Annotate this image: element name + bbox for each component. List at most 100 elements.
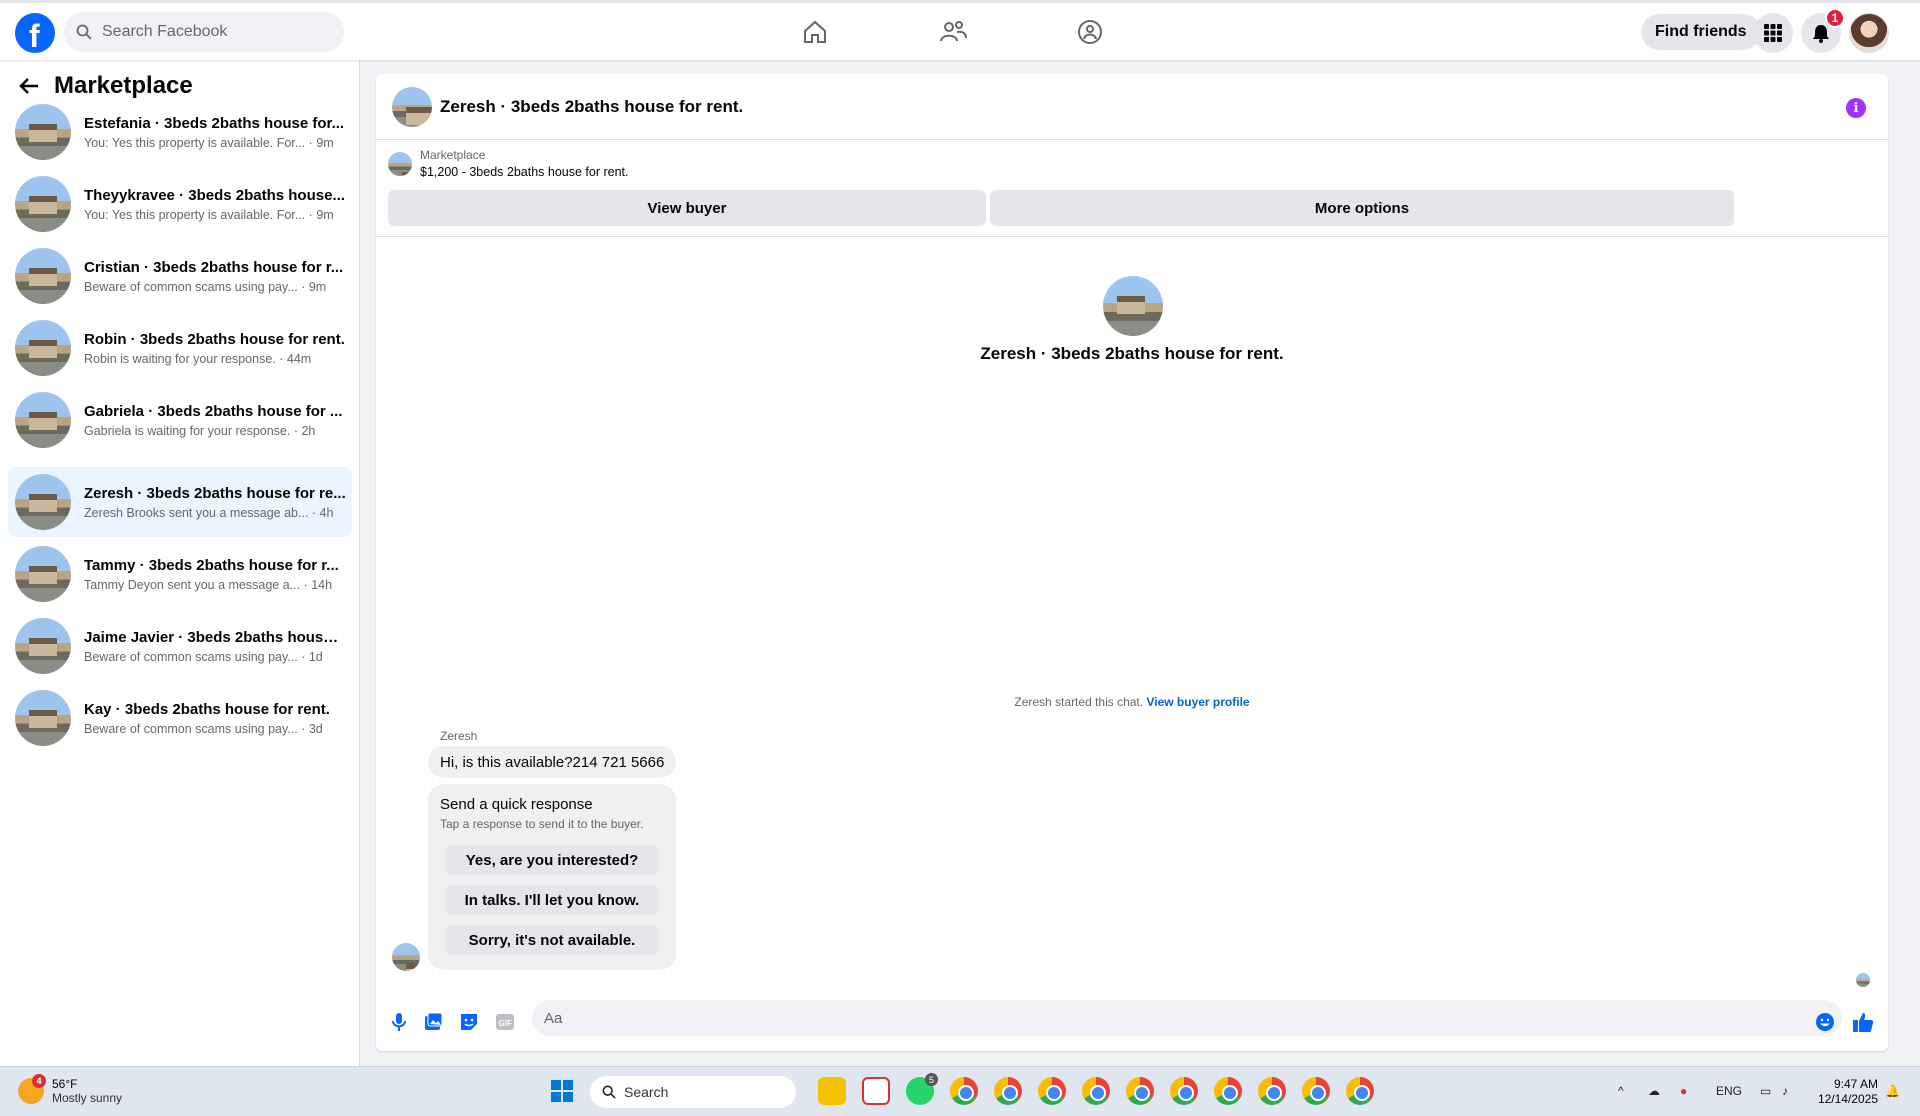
quick-reply-yes-button[interactable]: Yes, are you interested?	[445, 845, 659, 875]
chrome-icon[interactable]	[1126, 1077, 1154, 1105]
conversation-preview: Beware of common scams using pay...	[84, 721, 298, 736]
find-friends-button[interactable]: Find friends	[1641, 14, 1761, 50]
quick-reply-not-available-button[interactable]: Sorry, it's not available.	[445, 925, 659, 955]
conversation-title: Estefania · 3beds 2baths house for...	[84, 114, 345, 132]
conversation-item[interactable]: Tammy · 3beds 2baths house for r... Tamm…	[8, 539, 352, 609]
taskbar-search-label: Search	[624, 1084, 669, 1100]
volume-icon[interactable]: ♪	[1782, 1084, 1788, 1098]
listing-thumbnail	[15, 320, 71, 376]
message-composer: GIF Aa	[376, 996, 1888, 1046]
conversation-item[interactable]: Kay · 3beds 2baths house for rent. Bewar…	[8, 683, 352, 753]
snipping-tool-icon[interactable]	[862, 1077, 890, 1105]
network-icon[interactable]: ▭	[1760, 1084, 1771, 1098]
conversation-time: 3d	[308, 721, 323, 736]
listing-thumbnail	[15, 546, 71, 602]
more-options-button[interactable]: More options	[990, 190, 1734, 226]
conversation-preview: Tammy Deyon sent you a message a...	[84, 577, 301, 592]
marketplace-label: Marketplace	[420, 148, 486, 162]
chrome-icon[interactable]	[1038, 1077, 1066, 1105]
weather-widget[interactable]: 4 56°F Mostly sunny	[18, 1074, 122, 1105]
emoji-icon[interactable]	[1814, 1011, 1836, 1033]
photo-icon[interactable]	[422, 1011, 444, 1033]
conversation-item[interactable]: Estefania · 3beds 2baths house for... Yo…	[8, 97, 352, 167]
chat-center-thumbnail	[1103, 276, 1163, 336]
incoming-message-bubble[interactable]: Hi, is this available?214 721 5666	[428, 746, 677, 778]
conversation-preview: Robin is waiting for your response.	[84, 351, 276, 366]
chrome-icon[interactable]	[1258, 1077, 1286, 1105]
chat-header: Zeresh · 3beds 2baths house for rent. i	[376, 74, 1888, 140]
listing-price-title: $1,200 - 3beds 2baths house for rent.	[420, 165, 629, 179]
conversation-item[interactable]: Jaime Javier · 3beds 2baths house ... Be…	[8, 611, 352, 681]
listing-thumbnail	[15, 690, 71, 746]
search-icon	[602, 1085, 616, 1099]
groups-icon[interactable]	[1075, 17, 1105, 47]
quick-reply-in-talks-button[interactable]: In talks. I'll let you know.	[445, 885, 659, 915]
search-facebook-field[interactable]: Search Facebook	[64, 12, 344, 52]
weather-sun-icon: 4	[18, 1074, 46, 1104]
chrome-icon[interactable]	[994, 1077, 1022, 1105]
microphone-icon[interactable]	[388, 1011, 410, 1033]
gif-icon[interactable]: GIF	[494, 1011, 516, 1033]
conversation-item-active[interactable]: Zeresh · 3beds 2baths house for re... Ze…	[8, 467, 352, 537]
message-input-placeholder: Aa	[544, 1009, 563, 1027]
info-icon[interactable]: i	[1846, 98, 1866, 118]
chrome-icon[interactable]	[1082, 1077, 1110, 1105]
conversation-item[interactable]: Cristian · 3beds 2baths house for r... B…	[8, 241, 352, 311]
conversation-item[interactable]: Theyykravee · 3beds 2baths house... You:…	[8, 169, 352, 239]
profile-avatar[interactable]	[1849, 13, 1889, 53]
home-icon[interactable]	[800, 17, 830, 47]
chat-title[interactable]: Zeresh · 3beds 2baths house for rent.	[440, 97, 743, 117]
language-indicator[interactable]: ENG	[1716, 1084, 1742, 1098]
grid-icon	[1764, 24, 1782, 42]
chrome-icon[interactable]	[1302, 1077, 1330, 1105]
conversation-time: 44m	[286, 351, 312, 366]
conversation-time: 9m	[308, 279, 327, 294]
listing-thumbnail	[15, 104, 71, 160]
quick-response-title: Send a quick response	[440, 796, 593, 813]
sticky-notes-icon[interactable]	[818, 1077, 846, 1105]
conversation-item[interactable]: Robin · 3beds 2baths house for rent. Rob…	[8, 313, 352, 383]
system-clock[interactable]: 9:47 AM 12/14/2025	[1812, 1077, 1878, 1107]
chrome-icon[interactable]	[950, 1077, 978, 1105]
listing-thumbnail	[15, 248, 71, 304]
sticker-icon[interactable]	[458, 1011, 480, 1033]
chrome-icon[interactable]	[1214, 1077, 1242, 1105]
message-input[interactable]: Aa	[532, 1000, 1842, 1036]
listing-summary[interactable]: Marketplace $1,200 - 3beds 2baths house …	[388, 148, 628, 179]
chrome-icon[interactable]	[1346, 1077, 1374, 1105]
sidebar-title: Marketplace	[54, 72, 193, 99]
notification-badge: 1	[1825, 8, 1845, 28]
facebook-logo-icon[interactable]: f	[15, 13, 55, 53]
listing-thumbnail	[15, 474, 71, 530]
message-sender-name: Zeresh	[440, 729, 478, 743]
seen-indicator-avatar	[1856, 973, 1870, 987]
conversation-preview: Zeresh Brooks sent you a message ab...	[84, 505, 309, 520]
whatsapp-badge: 5	[925, 1073, 938, 1086]
onedrive-icon[interactable]: ☁	[1648, 1084, 1660, 1098]
like-thumbs-up-icon[interactable]	[1852, 1011, 1874, 1033]
svg-text:f: f	[29, 18, 40, 53]
conversation-time: 14h	[311, 577, 333, 592]
chat-panel: Zeresh · 3beds 2baths house for rent. i …	[376, 74, 1888, 1051]
alert-icon[interactable]: ●	[1680, 1084, 1687, 1098]
view-buyer-button[interactable]: View buyer	[388, 190, 986, 226]
chevron-up-icon[interactable]: ^	[1618, 1084, 1624, 1098]
friends-icon[interactable]	[938, 17, 968, 47]
windows-start-icon[interactable]	[550, 1079, 574, 1103]
sender-avatar	[392, 943, 420, 971]
chrome-icon[interactable]	[1170, 1077, 1198, 1105]
menu-grid-button[interactable]	[1753, 13, 1793, 53]
notification-bell-icon[interactable]: 🔔	[1885, 1084, 1900, 1098]
back-arrow-icon[interactable]	[18, 75, 40, 97]
top-navigation-bar: f Search Facebook Find friends 1	[0, 0, 1920, 60]
chat-center-title: Zeresh · 3beds 2baths house for rent.	[980, 344, 1284, 363]
conversation-time: 9m	[316, 135, 334, 150]
conversation-item[interactable]: Gabriela · 3beds 2baths house for ... Ga…	[8, 385, 352, 455]
conversation-time: 1d	[308, 649, 323, 664]
chat-header-thumbnail[interactable]	[392, 86, 432, 127]
conversation-title: Zeresh · 3beds 2baths house for re...	[84, 484, 346, 502]
weather-temperature: 56°F	[52, 1077, 78, 1091]
taskbar-search-box[interactable]: Search	[590, 1076, 796, 1108]
whatsapp-icon[interactable]: 5	[906, 1073, 938, 1105]
view-buyer-profile-link[interactable]: View buyer profile	[1146, 695, 1249, 709]
